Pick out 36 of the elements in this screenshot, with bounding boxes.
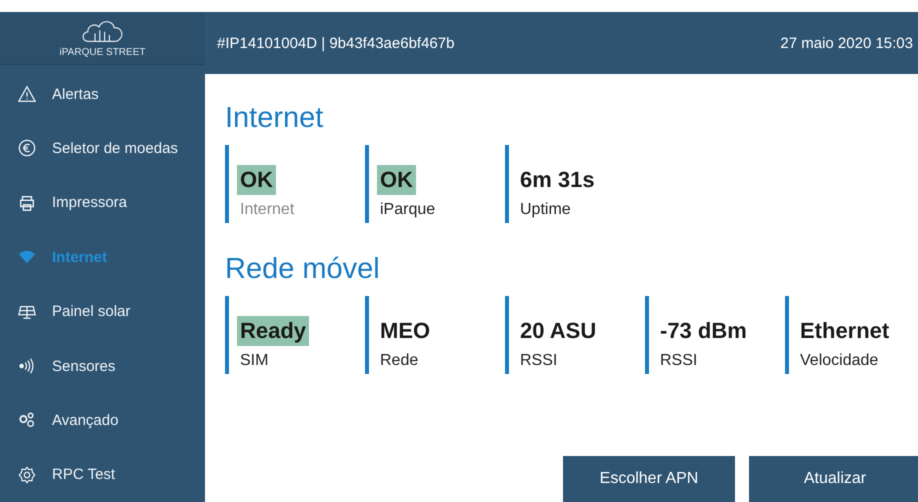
metric-value: 6m 31s	[519, 166, 596, 194]
metric-value: -73 dBm	[659, 317, 748, 345]
metric-value: Ethernet	[799, 317, 890, 345]
metric-label: RSSI	[520, 352, 558, 370]
device-id: #IP14101004D | 9b43f43ae6bf467b	[217, 34, 454, 52]
metric-label: RSSI	[660, 352, 698, 370]
settings-icon	[18, 466, 36, 484]
sidebar-item[interactable]: Impressora	[0, 176, 205, 230]
sidebar-item[interactable]: Avançado	[0, 393, 205, 448]
metric-label: Internet	[240, 201, 294, 219]
metric-value: OK	[377, 165, 416, 195]
date-time: 27 maio 2020 15:03	[780, 34, 913, 52]
euro-icon	[18, 139, 36, 158]
sensor-icon	[18, 357, 36, 376]
metric-label: SIM	[240, 352, 268, 370]
sidebar-item[interactable]: Painel solar	[0, 284, 205, 339]
sidebar-item[interactable]: Alertas	[0, 66, 205, 122]
metric-label: Velocidade	[800, 352, 878, 370]
action-button[interactable]: Escolher APN	[563, 456, 735, 502]
sidebar-item[interactable]: RPC Test	[0, 448, 205, 502]
metric-value: OK	[237, 165, 276, 195]
printer-icon	[18, 194, 36, 212]
sidebar-item[interactable]: Sensores	[0, 338, 205, 394]
brand-name: iPARQUE STREET	[60, 47, 146, 58]
metric-value: Ready	[237, 316, 310, 346]
metric-value: 20 ASU	[519, 317, 598, 345]
warning-icon	[18, 85, 36, 104]
section-title: Rede móvel	[225, 253, 381, 286]
metric-label: Rede	[380, 352, 418, 370]
sidebar-item[interactable]: Seletor de moedas	[0, 121, 205, 176]
metric-value: MEO	[379, 317, 432, 345]
gears-icon	[18, 411, 36, 430]
section-title: Internet	[225, 102, 324, 135]
metric-label: iParque	[380, 201, 436, 219]
action-button[interactable]: Atualizar	[749, 456, 918, 502]
metric-label: Uptime	[520, 201, 571, 219]
